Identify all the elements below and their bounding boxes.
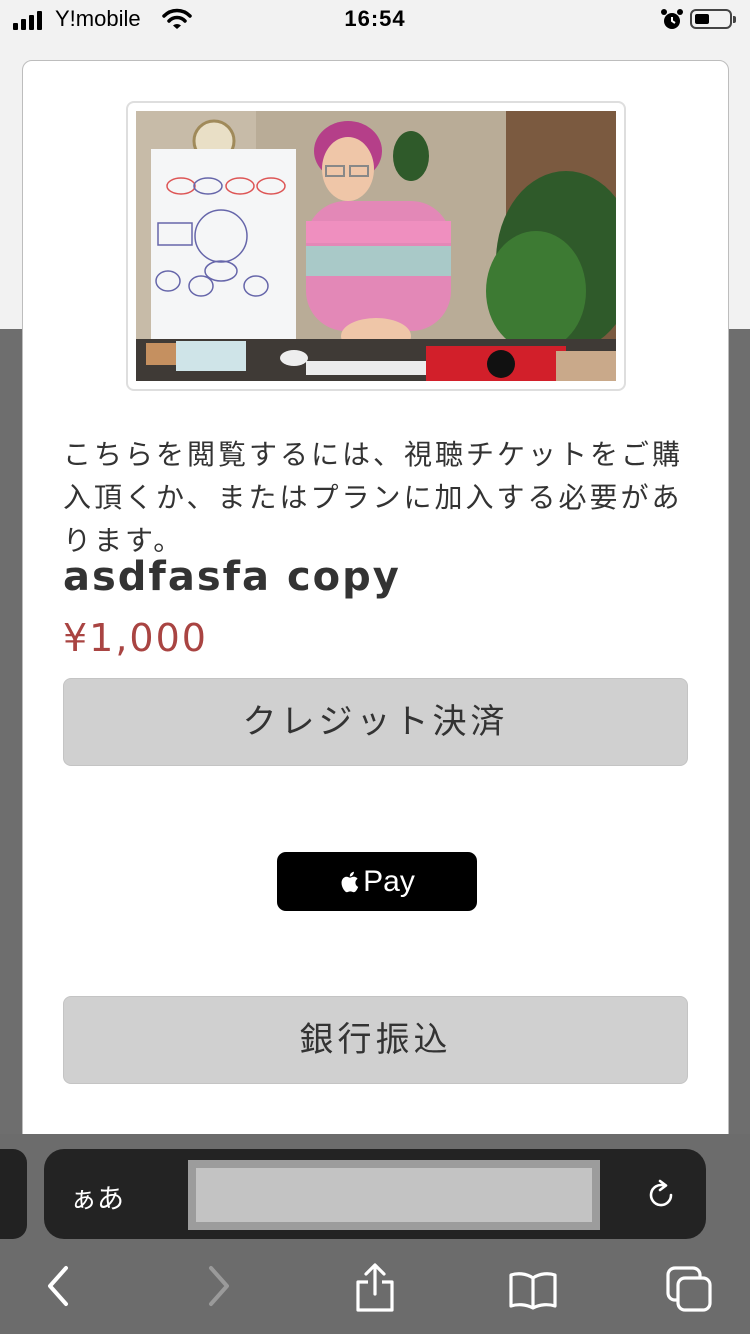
reload-icon[interactable]	[644, 1178, 678, 1212]
bank-transfer-button[interactable]: 銀行振込	[63, 996, 688, 1084]
share-icon[interactable]	[354, 1262, 396, 1314]
presenter-photo-image	[136, 111, 616, 381]
tabs-icon[interactable]	[666, 1266, 714, 1314]
battery-icon	[690, 9, 736, 29]
forward-icon[interactable]	[205, 1264, 233, 1308]
credit-card-payment-button[interactable]: クレジット決済	[63, 678, 688, 766]
status-time: 16:54	[344, 6, 406, 31]
text-size-button[interactable]: ぁあ	[70, 1177, 124, 1216]
content-thumbnail-frame	[126, 101, 626, 391]
alarm-icon	[661, 9, 683, 29]
previous-tab-preview[interactable]	[0, 1149, 27, 1239]
back-icon[interactable]	[44, 1264, 72, 1308]
content-thumbnail	[136, 111, 616, 381]
address-bar[interactable]: ぁあ	[44, 1149, 706, 1239]
bookmarks-icon[interactable]	[508, 1270, 558, 1310]
apple-pay-button[interactable]: Pay	[277, 852, 477, 911]
product-price: ¥1,000	[63, 616, 208, 660]
purchase-modal: こちらを閲覧するには、視聴チケットをご購入頂くか、またはプランに加入する必要があ…	[22, 60, 729, 1180]
apple-logo-icon	[341, 871, 359, 892]
status-bar: Y!mobile 16:54	[0, 0, 750, 40]
apple-pay-label: Pay	[363, 864, 415, 898]
url-field[interactable]	[188, 1160, 600, 1230]
purchase-required-notice: こちらを閲覧するには、視聴チケットをご購入頂くか、またはプランに加入する必要があ…	[63, 438, 684, 557]
product-title: asdfasfa copy	[63, 554, 401, 600]
